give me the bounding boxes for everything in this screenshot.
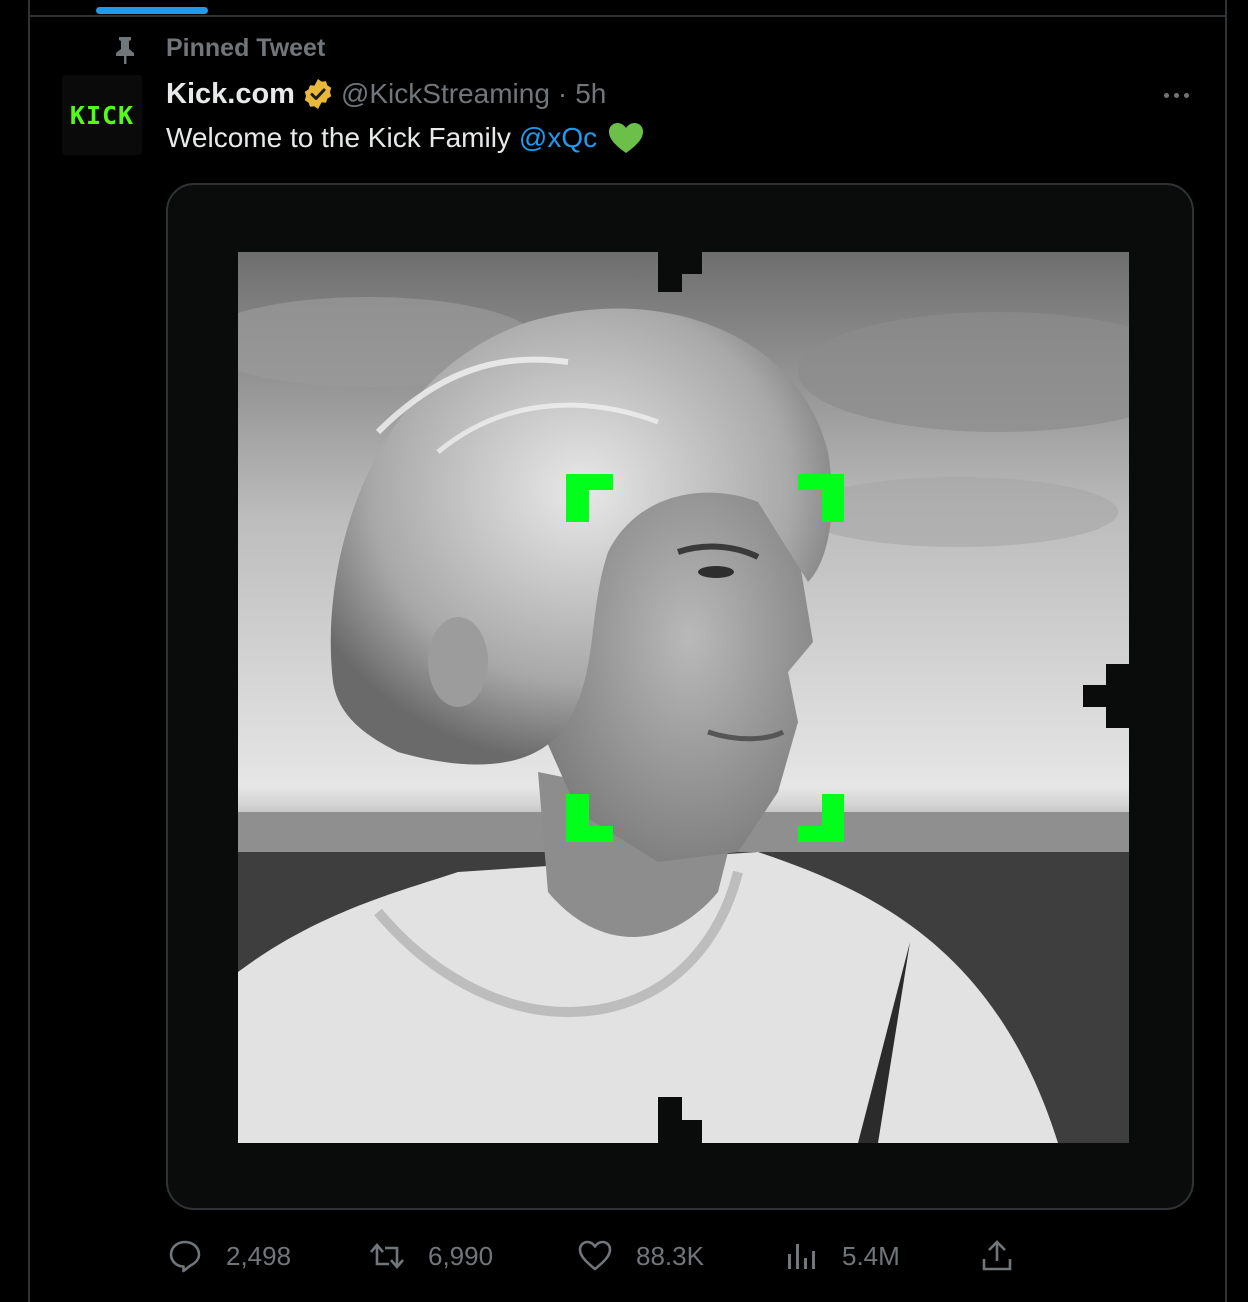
- retweet-count: 6,990: [428, 1240, 494, 1271]
- green-heart-emoji-icon: [607, 121, 645, 155]
- mention-link[interactable]: @xQc: [519, 122, 597, 154]
- retweet-button[interactable]: 6,990: [368, 1232, 493, 1280]
- more-icon-dot: [1163, 92, 1169, 98]
- pin-icon: [110, 35, 140, 65]
- timestamp[interactable]: 5h: [575, 78, 606, 110]
- share-icon: [978, 1237, 1016, 1275]
- media-card[interactable]: [166, 183, 1194, 1210]
- retweet-icon: [368, 1237, 406, 1275]
- share-button[interactable]: [978, 1232, 1038, 1280]
- more-button[interactable]: [1156, 80, 1196, 110]
- more-icon-dot: [1173, 92, 1179, 98]
- views-count: 5.4M: [842, 1240, 900, 1271]
- avatar-logo-text: KICK: [69, 100, 135, 130]
- reply-count: 2,498: [226, 1240, 292, 1271]
- separator-dot: ·: [557, 78, 568, 109]
- active-tab-indicator: [96, 7, 208, 14]
- handle[interactable]: @KickStreaming: [341, 78, 550, 110]
- pinned-label: Pinned Tweet: [166, 34, 326, 62]
- more-icon-dot: [1183, 92, 1189, 98]
- tweet-photo[interactable]: [238, 252, 1129, 1143]
- reply-button[interactable]: 2,498: [166, 1232, 291, 1280]
- views-button[interactable]: 5.4M: [782, 1232, 900, 1280]
- views-icon: [782, 1237, 820, 1275]
- tweet-text: Welcome to the Kick Family @xQc: [166, 121, 645, 155]
- tweet-actions: 2,498 6,990 88.3K 5.4M: [166, 1232, 1066, 1280]
- top-divider: [28, 15, 1227, 17]
- like-button[interactable]: 88.3K: [576, 1232, 704, 1280]
- like-count: 88.3K: [636, 1240, 704, 1271]
- tweet-body: Welcome to the Kick Family: [166, 122, 511, 153]
- verified-badge-icon: [301, 77, 335, 111]
- heart-icon: [576, 1237, 614, 1275]
- tweet-header: Kick.com @KickStreaming · 5h: [166, 76, 606, 112]
- reply-icon: [166, 1237, 204, 1275]
- pinned-indicator: [110, 34, 140, 66]
- avatar[interactable]: KICK: [62, 75, 142, 155]
- display-name[interactable]: Kick.com: [166, 78, 295, 111]
